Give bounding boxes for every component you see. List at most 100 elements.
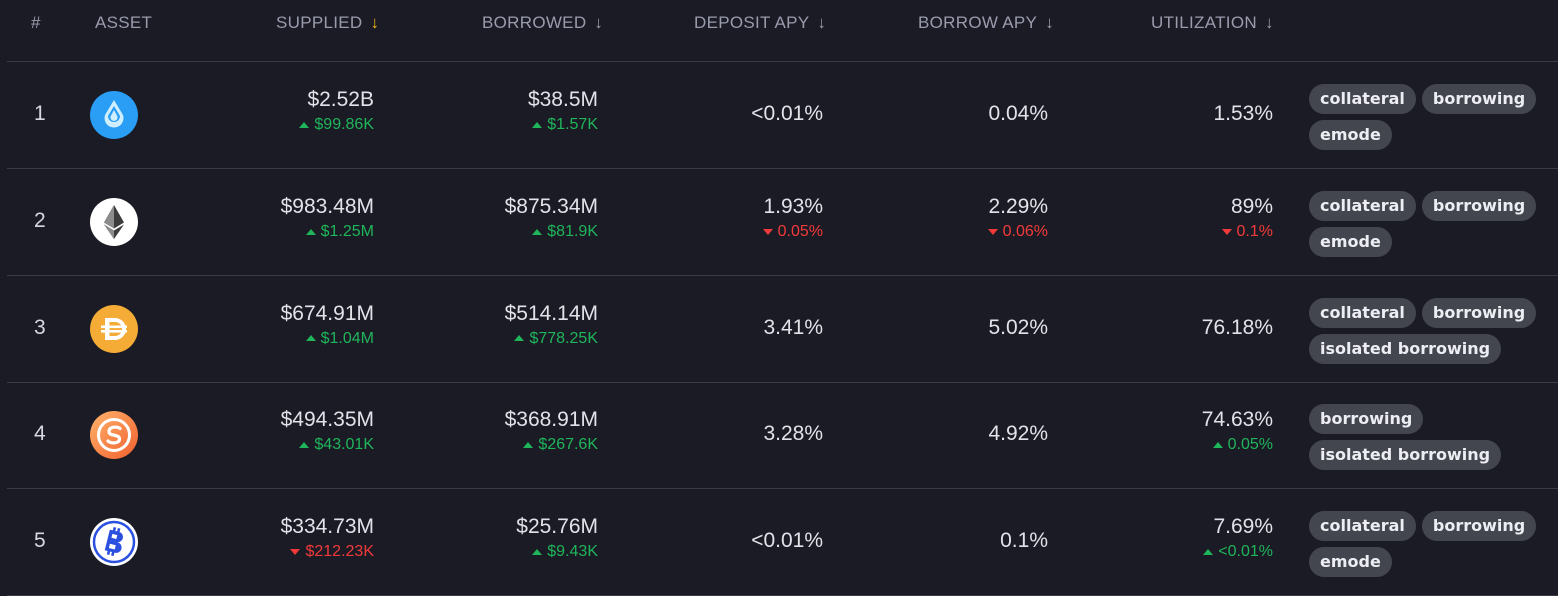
borrowed-value: $38.5M	[527, 88, 598, 111]
tag-isolated-borrowing[interactable]: isolated borrowing	[1309, 440, 1502, 471]
table-row[interactable]: 3 $674.91M $1.04M $514.14M $778.25K 3.41% 5.02…	[7, 276, 1558, 383]
tag-borrowing[interactable]: borrowing	[1421, 84, 1537, 114]
supplied-cell: $494.35M $43.01K	[281, 406, 374, 456]
borrowed-cell: $875.34M $81.9K	[505, 193, 598, 243]
triangle-up-icon	[532, 228, 543, 235]
borrowed-change: $81.9K	[505, 221, 598, 243]
supplied-value: $983.48M	[280, 194, 374, 218]
borrowed-cell: $514.14M $778.25K	[505, 300, 598, 350]
borrow-apy-cell: 0.1%	[1000, 527, 1048, 555]
borrow-apy-cell: 4.92%	[988, 420, 1048, 448]
supplied-change: $1.25M	[281, 221, 374, 243]
utilization-cell: 74.63% 0.05%	[1202, 406, 1273, 456]
tag-list: collateral borrowing emode	[1309, 511, 1549, 578]
borrow-apy-value: 2.29%	[988, 194, 1048, 218]
deposit-apy-value: 3.41%	[763, 315, 823, 339]
triangle-up-icon	[305, 335, 316, 342]
triangle-up-icon	[532, 548, 543, 555]
utilization-change-value: 0.1%	[1236, 222, 1273, 240]
supplied-value: $334.73M	[280, 515, 374, 539]
sort-arrow-icon[interactable]: ↓	[594, 12, 603, 34]
utilization-change-value: 0.05%	[1227, 436, 1273, 454]
tag-emode[interactable]: emode	[1309, 120, 1392, 150]
supplied-cell: $334.73M $212.23K	[281, 513, 374, 563]
utilization-cell: 89% 0.1%	[1221, 193, 1273, 243]
table-row[interactable]: 1 $2.52B $99.86K $38.5M $1.57K <0.01% 0.04% 1.5…	[7, 62, 1558, 169]
header-borrowed-label: BORROWED	[482, 13, 587, 32]
tag-list: borrowing isolated borrowing	[1309, 404, 1549, 471]
header-borrow-apy[interactable]: BORROW APY ↓	[918, 12, 1054, 34]
row-rank: 5	[34, 529, 46, 553]
supplied-change-value: $1.25M	[320, 222, 374, 240]
tag-borrowing[interactable]: borrowing	[1309, 404, 1424, 435]
triangle-up-icon	[1203, 548, 1214, 555]
sort-arrow-icon[interactable]: ↓	[1265, 12, 1274, 34]
sort-arrow-icon[interactable]: ↓	[371, 12, 380, 34]
tag-emode[interactable]: emode	[1309, 547, 1392, 578]
tag-emode[interactable]: emode	[1309, 226, 1392, 257]
dai-icon	[90, 304, 138, 353]
deposit-apy-value: <0.01%	[751, 529, 823, 553]
borrowed-value: $875.34M	[504, 194, 598, 218]
borrowed-cell: $368.91M $267.6K	[505, 406, 598, 456]
tag-borrowing[interactable]: borrowing	[1421, 190, 1537, 221]
supplied-change-value: $212.23K	[305, 543, 374, 561]
deposit-apy-cell: 3.28%	[763, 420, 823, 448]
borrowed-change-value: $267.6K	[538, 436, 598, 454]
header-supplied-label: SUPPLIED	[276, 13, 363, 32]
tag-list: collateral borrowing emode	[1309, 190, 1549, 257]
borrow-apy-value: 5.02%	[988, 315, 1048, 339]
header-rank: #	[31, 13, 41, 32]
sort-arrow-icon[interactable]: ↓	[817, 12, 826, 34]
table-row[interactable]: 2 $983.48M $1.25M $875.34M $81.9K 1.93% 0.05% 2…	[7, 169, 1558, 276]
utilization-value: 76.18%	[1201, 315, 1273, 339]
orange-s-coin-icon	[90, 411, 138, 460]
tag-collateral[interactable]: collateral	[1309, 190, 1416, 221]
tag-collateral[interactable]: collateral	[1309, 84, 1416, 114]
supplied-cell: $983.48M $1.25M	[281, 193, 374, 243]
borrowed-value: $368.91M	[504, 408, 598, 432]
deposit-apy-value: 1.93%	[763, 194, 823, 218]
table-row[interactable]: 4 $494.35M $43.01K $368.91M $267.6K 3.28% 4.92…	[7, 382, 1558, 490]
borrow-apy-value: 4.92%	[988, 422, 1048, 446]
row-rank: 1	[34, 102, 46, 125]
borrowed-change-value: $778.25K	[529, 329, 598, 347]
header-asset: ASSET	[95, 13, 153, 32]
tag-borrowing[interactable]: borrowing	[1421, 297, 1537, 328]
tag-borrowing[interactable]: borrowing	[1421, 511, 1537, 542]
borrow-apy-value: 0.04%	[988, 102, 1048, 125]
sort-arrow-icon[interactable]: ↓	[1045, 12, 1054, 34]
supplied-change: $99.86K	[299, 114, 374, 136]
supplied-value: $2.52B	[307, 88, 374, 111]
utilization-value: 7.69%	[1213, 515, 1273, 539]
tag-isolated-borrowing[interactable]: isolated borrowing	[1309, 333, 1502, 364]
borrow-apy-change: 0.06%	[987, 221, 1048, 243]
supplied-change-value: $1.04M	[320, 329, 374, 347]
supplied-change-value: $43.01K	[314, 436, 374, 454]
header-utilization[interactable]: UTILIZATION ↓	[1151, 12, 1274, 34]
borrowed-cell: $38.5M $1.57K	[528, 86, 598, 136]
header-borrowed[interactable]: BORROWED ↓	[482, 12, 603, 34]
triangle-up-icon	[532, 121, 543, 128]
tag-collateral[interactable]: collateral	[1309, 511, 1416, 542]
supplied-change: $1.04M	[281, 328, 374, 350]
supplied-change: $212.23K	[281, 541, 374, 563]
triangle-up-icon	[514, 335, 525, 342]
supplied-cell: $2.52B $99.86K	[299, 86, 374, 136]
table-row[interactable]: 5 $334.73M $212.23K $25.76M $9.43K <0.01% 0.1%…	[7, 489, 1558, 596]
triangle-down-icon	[987, 228, 998, 235]
borrow-apy-cell: 0.04%	[988, 100, 1048, 128]
tag-list: collateral borrowing emode	[1309, 84, 1549, 150]
table-header: # ASSET SUPPLIED ↓ BORROWED ↓ DEPOSIT APY ↓…	[0, 0, 1558, 46]
supplied-value: $674.91M	[280, 301, 374, 325]
triangle-down-icon	[290, 548, 301, 555]
tag-collateral[interactable]: collateral	[1309, 297, 1416, 328]
borrow-apy-value: 0.1%	[1000, 529, 1048, 553]
deposit-apy-change-value: 0.05%	[777, 222, 823, 240]
deposit-apy-change: 0.05%	[762, 221, 823, 243]
bitcoin-icon	[90, 518, 138, 567]
header-deposit-apy[interactable]: DEPOSIT APY ↓	[694, 12, 826, 34]
utilization-change: <0.01%	[1203, 541, 1273, 563]
header-supplied[interactable]: SUPPLIED ↓	[276, 12, 379, 34]
borrowed-change: $9.43K	[516, 541, 598, 563]
